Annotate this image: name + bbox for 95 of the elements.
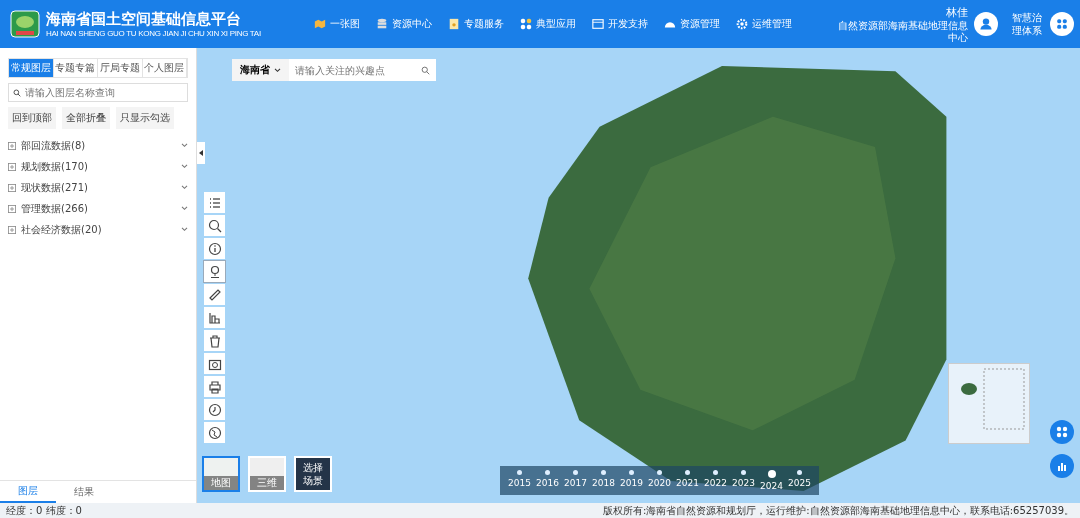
location-tool-button[interactable] (204, 261, 225, 282)
nav-link[interactable]: 典型应用 (520, 17, 576, 31)
layer-tab[interactable]: 厅局专题 (98, 59, 143, 77)
print-tool-button[interactable] (204, 376, 225, 397)
year-label[interactable]: 2024 (760, 481, 783, 491)
history-tool-button[interactable] (204, 399, 225, 420)
year-marker[interactable] (685, 470, 690, 475)
layer-action-button[interactable]: 回到顶部 (8, 107, 56, 129)
apps-icon[interactable] (1050, 12, 1074, 36)
user-organization: 自然资源部海南基础地理信息中心 (838, 19, 968, 44)
nav-link[interactable]: 资源中心 (376, 17, 432, 31)
app-link[interactable]: 智慧治理体系 (1012, 11, 1044, 37)
chevron-icon (181, 185, 188, 190)
layer-search-field[interactable]: 请输入图层名称查询 (8, 83, 188, 102)
clock-icon (207, 402, 222, 417)
chevron-icon (181, 164, 188, 169)
printer-icon (207, 379, 222, 394)
year-marker[interactable] (713, 470, 718, 475)
year-marker[interactable] (657, 470, 662, 475)
year-label[interactable]: 2020 (648, 478, 671, 488)
list-icon (207, 195, 222, 210)
search-icon (13, 88, 21, 97)
year-label[interactable]: 2023 (732, 478, 755, 488)
apps-float-button[interactable] (1050, 420, 1074, 444)
platform-title: 海南省国土空间基础信息平台 (46, 10, 242, 29)
globe-icon (207, 425, 222, 440)
layer-group-item[interactable]: 管理数据(266) (8, 198, 188, 219)
basemap-button[interactable]: 地图 (202, 456, 240, 492)
coordinates-text: 经度：0 纬度：0 (6, 503, 82, 518)
region-dropdown[interactable]: 海南省 (232, 59, 289, 81)
chart-tool-button[interactable] (204, 307, 225, 328)
delete-tool-button[interactable] (204, 330, 225, 351)
year-label[interactable]: 2019 (620, 478, 643, 488)
ruler-icon (207, 287, 222, 302)
chevron-icon (181, 143, 188, 148)
year-label[interactable]: 2016 (536, 478, 559, 488)
list-tool-button[interactable] (204, 192, 225, 213)
layer-group-item[interactable]: 部回流数据(8) (8, 135, 188, 156)
nav-link[interactable]: 开发支持 (592, 17, 648, 31)
chevron-icon (181, 227, 188, 232)
layer-group-item[interactable]: 社会经济数据(20) (8, 219, 188, 240)
trash-icon (207, 333, 222, 348)
year-label[interactable]: 2018 (592, 478, 615, 488)
settings-icon (736, 18, 748, 30)
bar-chart-icon (207, 310, 222, 325)
map-icon (314, 18, 326, 30)
poi-search-field[interactable]: 请输入关注的兴趣点 (289, 59, 436, 81)
collapse-handle[interactable] (197, 142, 205, 164)
nav-link[interactable]: 一张图 (314, 17, 360, 31)
layer-group-item[interactable]: 规划数据(170) (8, 156, 188, 177)
map-view[interactable]: 海南省 请输入关注的兴趣点 地图 三维 选择场景 2015 2016 2017 2018 2019 2020 2021 2022 2023 2024 2025 (197, 48, 1080, 503)
search-icon[interactable] (421, 65, 430, 75)
year-marker[interactable] (629, 470, 634, 475)
caret-icon (274, 67, 281, 73)
logo-icon (10, 10, 40, 38)
basemap-button[interactable]: 三维 (248, 456, 286, 492)
nav-link[interactable]: 专题服务 (448, 17, 504, 31)
year-marker[interactable] (741, 470, 746, 475)
copyright-text: 版权所有:海南省自然资源和规划厅，运行维护:自然资源部海南基础地理信息中心，联系电话:65257039。 (603, 503, 1074, 518)
apps-icon (520, 18, 532, 30)
layer-tab[interactable]: 个人图层 (142, 59, 187, 77)
user-name: 林佳 (945, 4, 968, 20)
database-icon (376, 18, 388, 30)
statistics-float-button[interactable] (1050, 454, 1074, 478)
layer-action-button[interactable]: 全部折叠 (62, 107, 110, 129)
info-tool-button[interactable] (204, 238, 225, 259)
zoom-tool-button[interactable] (204, 215, 225, 236)
year-marker[interactable] (797, 470, 802, 475)
year-marker[interactable] (545, 470, 550, 475)
basemap-button[interactable]: 选择场景 (294, 456, 332, 492)
layer-tab[interactable]: 专题专篇 (53, 59, 98, 77)
year-label[interactable]: 2015 (508, 478, 531, 488)
measure-tool-button[interactable] (204, 284, 225, 305)
code-window-icon (592, 18, 604, 30)
user-avatar-icon[interactable] (974, 12, 998, 36)
layer-group-item[interactable]: 现状数据(271) (8, 177, 188, 198)
year-label[interactable]: 2021 (676, 478, 699, 488)
document-icon (448, 18, 460, 30)
screenshot-tool-button[interactable] (204, 353, 225, 374)
globe-tool-button[interactable] (204, 422, 225, 443)
year-label[interactable]: 2017 (564, 478, 587, 488)
layer-action-button[interactable]: 只显示勾选 (116, 107, 174, 129)
year-marker[interactable] (601, 470, 606, 475)
year-marker[interactable] (517, 470, 522, 475)
platform-subtitle: HAI NAN SHENG GUO TU KONG JIAN JI CHU XIN XI PING TAI (46, 29, 261, 38)
info-icon (207, 241, 222, 256)
chevron-icon (181, 206, 188, 211)
magnifier-icon (207, 218, 222, 233)
year-label[interactable]: 2025 (788, 478, 811, 488)
year-label[interactable]: 2022 (704, 478, 727, 488)
year-marker[interactable] (767, 470, 776, 478)
layer-tab[interactable]: 常规图层 (9, 59, 54, 77)
year-marker[interactable] (573, 470, 578, 475)
nav-link[interactable]: 资源管理 (664, 17, 720, 31)
nav-link[interactable]: 运维管理 (736, 17, 792, 31)
